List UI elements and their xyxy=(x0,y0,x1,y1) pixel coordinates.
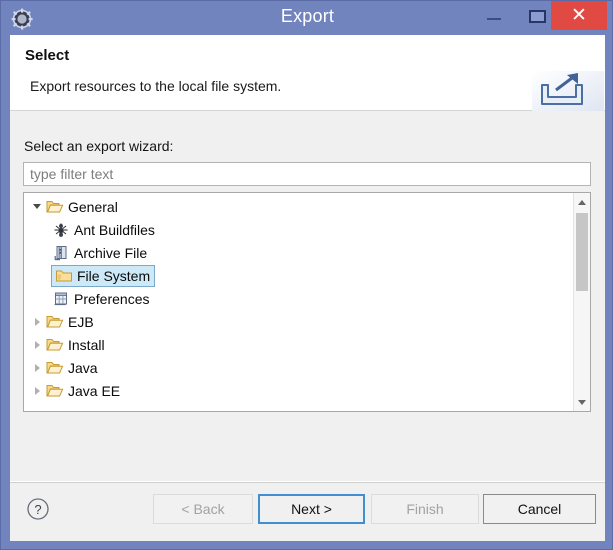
archive-file-icon xyxy=(52,244,70,262)
tree-item-label: General xyxy=(68,198,118,215)
tree-item-file-system[interactable]: File System xyxy=(24,264,572,287)
select-wizard-label: Select an export wizard: xyxy=(24,138,174,154)
open-folder-icon xyxy=(46,336,64,354)
cancel-button[interactable]: Cancel xyxy=(483,494,596,524)
chevron-right-icon[interactable] xyxy=(30,333,46,356)
export-wizard-tree[interactable]: General Ant Buildfiles Archive File File… xyxy=(23,192,591,412)
chevron-right-icon[interactable] xyxy=(30,356,46,379)
scroll-down-button[interactable] xyxy=(574,394,590,411)
scrollbar-thumb[interactable] xyxy=(576,213,588,291)
tree-item-label: Java xyxy=(68,359,98,376)
tree-item-label: Java EE xyxy=(68,382,121,399)
open-folder-icon xyxy=(46,359,64,377)
title-bar: Export ✕ xyxy=(1,1,612,36)
page-title: Select xyxy=(25,47,70,64)
wizard-body: Select an export wizard: General xyxy=(10,111,605,541)
svg-text:?: ? xyxy=(34,502,41,517)
tree-item-label: Ant Buildfiles xyxy=(74,221,155,238)
tree-item-label: Archive File xyxy=(74,244,148,261)
tree-item-general[interactable]: General xyxy=(24,195,572,218)
tree-item-label: File System xyxy=(77,267,151,284)
help-question-icon[interactable]: ? xyxy=(26,497,50,521)
tree-item-label: Install xyxy=(68,336,105,353)
tree-item-ejb[interactable]: EJB xyxy=(24,310,572,333)
chevron-up-icon xyxy=(578,200,586,205)
export-wizard-dialog: Export ✕ Select Export resources to the … xyxy=(0,0,613,550)
minimize-icon xyxy=(487,18,501,20)
chevron-right-icon[interactable] xyxy=(30,379,46,402)
page-description: Export resources to the local file syste… xyxy=(30,78,282,94)
close-icon: ✕ xyxy=(571,5,587,26)
tree-item-java-ee[interactable]: Java EE xyxy=(24,379,572,402)
preferences-icon xyxy=(52,290,70,308)
tree-vertical-scrollbar[interactable] xyxy=(573,193,590,411)
finish-button[interactable]: Finish xyxy=(371,494,479,524)
tree-item-preferences[interactable]: Preferences xyxy=(24,287,572,310)
tree-item-install[interactable]: Install xyxy=(24,333,572,356)
back-button[interactable]: < Back xyxy=(153,494,253,524)
open-folder-icon xyxy=(46,313,64,331)
close-button[interactable]: ✕ xyxy=(551,1,607,30)
filter-input[interactable] xyxy=(23,162,591,186)
tree-item-archive-file[interactable]: Archive File xyxy=(24,241,572,264)
ant-icon xyxy=(52,221,70,239)
chevron-right-icon[interactable] xyxy=(30,310,46,333)
tree-item-label: Preferences xyxy=(74,290,150,307)
footer-separator xyxy=(10,481,605,483)
open-folder-icon xyxy=(46,198,64,216)
tree-selection-highlight: File System xyxy=(51,264,156,287)
chevron-down-icon[interactable] xyxy=(30,195,46,218)
next-button[interactable]: Next > xyxy=(258,494,365,524)
tree-item-list: General Ant Buildfiles Archive File File… xyxy=(24,195,572,402)
export-arrow-tray-icon xyxy=(532,71,604,111)
tree-item-label: EJB xyxy=(68,313,94,330)
chevron-down-icon xyxy=(578,400,586,405)
wizard-header: Select Export resources to the local fil… xyxy=(10,35,605,111)
scroll-up-button[interactable] xyxy=(574,193,590,210)
tree-item-ant-buildfiles[interactable]: Ant Buildfiles xyxy=(24,218,572,241)
maximize-icon xyxy=(529,10,546,23)
folder-icon xyxy=(55,267,73,285)
open-folder-icon xyxy=(46,382,64,400)
tree-item-java[interactable]: Java xyxy=(24,356,572,379)
